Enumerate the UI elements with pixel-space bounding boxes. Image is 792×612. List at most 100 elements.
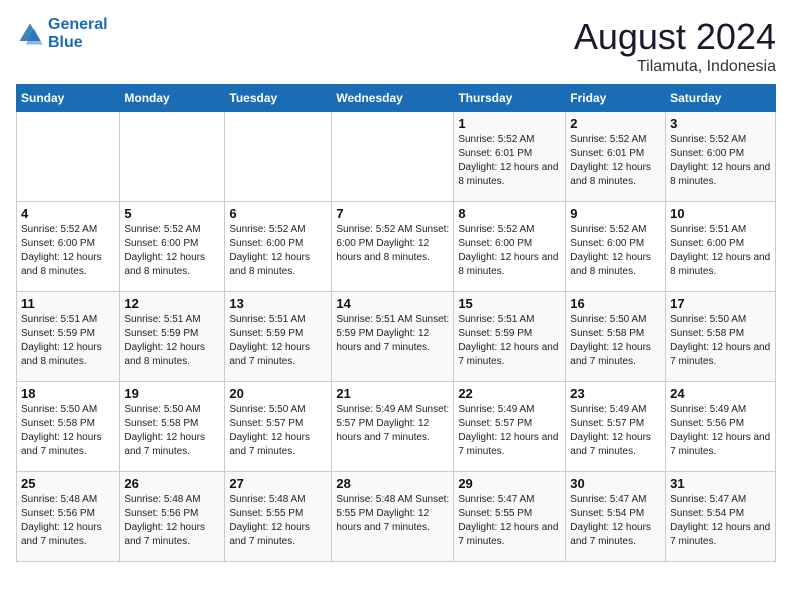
cell-day-number: 16 (570, 296, 661, 311)
cell-info-text: Sunrise: 5:51 AM Sunset: 5:59 PM Dayligh… (458, 313, 561, 369)
cell-day-number: 18 (21, 386, 115, 401)
day-header-tuesday: Tuesday (225, 85, 332, 112)
cell-info-text: Sunrise: 5:49 AM Sunset: 5:57 PM Dayligh… (336, 403, 449, 445)
cell-info-text: Sunrise: 5:51 AM Sunset: 5:59 PM Dayligh… (124, 313, 220, 369)
cell-day-number: 5 (124, 206, 220, 221)
cell-info-text: Sunrise: 5:51 AM Sunset: 5:59 PM Dayligh… (21, 313, 115, 369)
calendar-cell: 28Sunrise: 5:48 AM Sunset: 5:55 PM Dayli… (332, 472, 454, 562)
cell-info-text: Sunrise: 5:52 AM Sunset: 6:00 PM Dayligh… (458, 223, 561, 279)
cell-day-number: 15 (458, 296, 561, 311)
cell-day-number: 13 (229, 296, 327, 311)
cell-info-text: Sunrise: 5:52 AM Sunset: 6:00 PM Dayligh… (570, 223, 661, 279)
cell-day-number: 4 (21, 206, 115, 221)
cell-day-number: 17 (670, 296, 771, 311)
cell-info-text: Sunrise: 5:50 AM Sunset: 5:57 PM Dayligh… (229, 403, 327, 459)
calendar-cell: 12 Sunrise: 5:51 AM Sunset: 5:59 PM Dayli… (120, 292, 225, 382)
cell-info-text: Sunrise: 5:52 AM Sunset: 6:00 PM Dayligh… (229, 223, 327, 279)
cell-info-text: Sunrise: 5:48 AM Sunset: 5:56 PM Dayligh… (21, 493, 115, 549)
cell-day-number: 14 (336, 296, 449, 311)
day-header-sunday: Sunday (17, 85, 120, 112)
cell-info-text: Sunrise: 5:47 AM Sunset: 5:54 PM Dayligh… (570, 493, 661, 549)
calendar-title: August 2024 (574, 16, 776, 58)
cell-day-number: 8 (458, 206, 561, 221)
calendar-week-row: 25 Sunrise: 5:48 AM Sunset: 5:56 PM Dayli… (17, 472, 776, 562)
cell-day-number: 2 (570, 116, 661, 131)
cell-info-text: Sunrise: 5:48 AM Sunset: 5:55 PM Dayligh… (229, 493, 327, 549)
cell-day-number: 23 (570, 386, 661, 401)
calendar-subtitle: Tilamuta, Indonesia (574, 58, 776, 76)
cell-day-number: 21 (336, 386, 449, 401)
calendar-cell: 18 Sunrise: 5:50 AM Sunset: 5:58 PM Dayli… (17, 382, 120, 472)
calendar-cell (332, 112, 454, 202)
cell-day-number: 30 (570, 476, 661, 491)
cell-info-text: Sunrise: 5:52 AM Sunset: 6:00 PM Dayligh… (336, 223, 449, 265)
cell-day-number: 25 (21, 476, 115, 491)
calendar-cell: 21 Sunrise: 5:49 AM Sunset: 5:57 PM Dayli… (332, 382, 454, 472)
calendar-cell: 10 Sunrise: 5:51 AM Sunset: 6:00 PM Dayli… (666, 202, 776, 292)
cell-info-text: Sunrise: 5:50 AM Sunset: 5:58 PM Dayligh… (21, 403, 115, 459)
title-block: August 2024 Tilamuta, Indonesia (574, 16, 776, 76)
cell-info-text: Sunrise: 5:47 AM Sunset: 5:54 PM Dayligh… (670, 493, 771, 549)
day-header-saturday: Saturday (666, 85, 776, 112)
day-header-friday: Friday (566, 85, 666, 112)
page-header: General Blue August 2024 Tilamuta, Indon… (16, 16, 776, 76)
logo: General Blue (16, 16, 108, 51)
cell-day-number: 6 (229, 206, 327, 221)
cell-day-number: 10 (670, 206, 771, 221)
cell-day-number: 31 (670, 476, 771, 491)
calendar-cell: 23Sunrise: 5:49 AM Sunset: 5:57 PM Dayli… (566, 382, 666, 472)
calendar-cell: 27 Sunrise: 5:48 AM Sunset: 5:55 PM Dayli… (225, 472, 332, 562)
calendar-cell (120, 112, 225, 202)
calendar-cell: 17 Sunrise: 5:50 AM Sunset: 5:58 PM Dayli… (666, 292, 776, 382)
cell-info-text: Sunrise: 5:47 AM Sunset: 5:55 PM Dayligh… (458, 493, 561, 549)
calendar-cell: 6 Sunrise: 5:52 AM Sunset: 6:00 PM Daylig… (225, 202, 332, 292)
calendar-cell: 7Sunrise: 5:52 AM Sunset: 6:00 PM Daylig… (332, 202, 454, 292)
calendar-cell: 4 Sunrise: 5:52 AM Sunset: 6:00 PM Daylig… (17, 202, 120, 292)
cell-day-number: 26 (124, 476, 220, 491)
calendar-week-row: 1 Sunrise: 5:52 AM Sunset: 6:01 PM Daylig… (17, 112, 776, 202)
cell-info-text: Sunrise: 5:50 AM Sunset: 5:58 PM Dayligh… (124, 403, 220, 459)
cell-info-text: Sunrise: 5:48 AM Sunset: 5:56 PM Dayligh… (124, 493, 220, 549)
calendar-cell: 19 Sunrise: 5:50 AM Sunset: 5:58 PM Dayli… (120, 382, 225, 472)
cell-day-number: 3 (670, 116, 771, 131)
calendar-cell: 14 Sunrise: 5:51 AM Sunset: 5:59 PM Dayli… (332, 292, 454, 382)
calendar-header-row: SundayMondayTuesdayWednesdayThursdayFrid… (17, 85, 776, 112)
cell-day-number: 24 (670, 386, 771, 401)
calendar-table: SundayMondayTuesdayWednesdayThursdayFrid… (16, 84, 776, 562)
cell-info-text: Sunrise: 5:49 AM Sunset: 5:57 PM Dayligh… (458, 403, 561, 459)
calendar-week-row: 11 Sunrise: 5:51 AM Sunset: 5:59 PM Dayli… (17, 292, 776, 382)
cell-day-number: 9 (570, 206, 661, 221)
cell-info-text: Sunrise: 5:52 AM Sunset: 6:01 PM Dayligh… (570, 133, 661, 189)
calendar-cell: 24 Sunrise: 5:49 AM Sunset: 5:56 PM Dayli… (666, 382, 776, 472)
cell-info-text: Sunrise: 5:51 AM Sunset: 5:59 PM Dayligh… (336, 313, 449, 355)
calendar-cell: 31 Sunrise: 5:47 AM Sunset: 5:54 PM Dayli… (666, 472, 776, 562)
cell-day-number: 1 (458, 116, 561, 131)
logo-text-blue: Blue (48, 34, 108, 52)
cell-info-text: Sunrise: 5:52 AM Sunset: 6:00 PM Dayligh… (21, 223, 115, 279)
calendar-cell (17, 112, 120, 202)
cell-day-number: 29 (458, 476, 561, 491)
logo-text-general: General (48, 16, 108, 33)
calendar-cell: 22 Sunrise: 5:49 AM Sunset: 5:57 PM Dayli… (454, 382, 566, 472)
cell-day-number: 20 (229, 386, 327, 401)
logo-icon (16, 20, 44, 48)
cell-info-text: Sunrise: 5:51 AM Sunset: 6:00 PM Dayligh… (670, 223, 771, 279)
calendar-week-row: 18 Sunrise: 5:50 AM Sunset: 5:58 PM Dayli… (17, 382, 776, 472)
calendar-cell: 15 Sunrise: 5:51 AM Sunset: 5:59 PM Dayli… (454, 292, 566, 382)
cell-info-text: Sunrise: 5:50 AM Sunset: 5:58 PM Dayligh… (570, 313, 661, 369)
cell-info-text: Sunrise: 5:51 AM Sunset: 5:59 PM Dayligh… (229, 313, 327, 369)
calendar-cell: 20 Sunrise: 5:50 AM Sunset: 5:57 PM Dayli… (225, 382, 332, 472)
calendar-cell: 9 Sunrise: 5:52 AM Sunset: 6:00 PM Daylig… (566, 202, 666, 292)
calendar-cell: 26 Sunrise: 5:48 AM Sunset: 5:56 PM Dayli… (120, 472, 225, 562)
cell-info-text: Sunrise: 5:50 AM Sunset: 5:58 PM Dayligh… (670, 313, 771, 369)
calendar-cell: 13 Sunrise: 5:51 AM Sunset: 5:59 PM Dayli… (225, 292, 332, 382)
calendar-cell: 1Sunrise: 5:52 AM Sunset: 6:01 PM Daylig… (454, 112, 566, 202)
cell-day-number: 22 (458, 386, 561, 401)
cell-info-text: Sunrise: 5:49 AM Sunset: 5:56 PM Dayligh… (670, 403, 771, 459)
cell-day-number: 19 (124, 386, 220, 401)
cell-day-number: 27 (229, 476, 327, 491)
day-header-wednesday: Wednesday (332, 85, 454, 112)
calendar-cell: 25 Sunrise: 5:48 AM Sunset: 5:56 PM Dayli… (17, 472, 120, 562)
cell-day-number: 11 (21, 296, 115, 311)
cell-day-number: 12 (124, 296, 220, 311)
